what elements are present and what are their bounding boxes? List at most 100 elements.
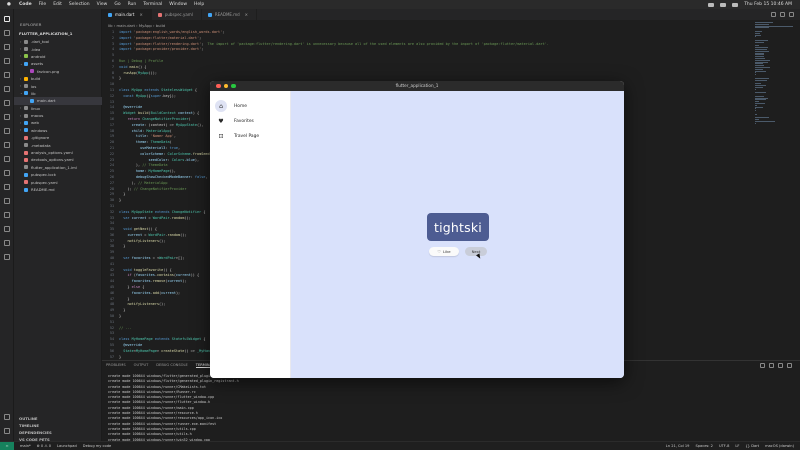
tree-item[interactable]: pubspec.yaml — [14, 178, 102, 185]
pets-icon[interactable] — [4, 198, 10, 204]
remote-indicator-icon[interactable]: ›‹ — [0, 441, 14, 450]
testing-icon[interactable] — [4, 86, 10, 92]
trash-icon[interactable] — [769, 363, 774, 368]
tree-item[interactable]: flutter_application_1.iml — [14, 164, 102, 171]
menu-go[interactable]: Go — [114, 2, 120, 7]
status-launchpad[interactable]: Launchpad — [57, 444, 77, 448]
kubernetes-icon[interactable] — [4, 254, 10, 260]
tree-item[interactable]: analysis_options.yaml — [14, 149, 102, 156]
status-eol[interactable]: LF — [735, 444, 739, 448]
control-center-icon[interactable] — [732, 2, 739, 7]
dependencies-section[interactable]: DEPENDENCIES — [19, 430, 52, 435]
tree-item[interactable]: › build — [14, 75, 102, 82]
tree-item[interactable]: › ios — [14, 82, 102, 89]
timeline-section[interactable]: TIMELINE — [19, 423, 39, 428]
copilot-icon[interactable] — [4, 240, 10, 246]
explorer-title: EXPLORER — [20, 22, 42, 27]
nav-favorites[interactable]: ♥ Favorites — [215, 115, 287, 127]
tree-item-label: ios — [31, 83, 37, 89]
close-icon[interactable]: × — [245, 12, 248, 17]
status-branch[interactable]: main* — [20, 444, 31, 448]
menu-terminal[interactable]: Terminal — [143, 2, 162, 7]
tab-main-dart[interactable]: main.dart × — [102, 9, 152, 20]
wifi-icon[interactable] — [720, 2, 727, 7]
panel-tab-output[interactable]: OUTPUT — [134, 363, 149, 368]
database-icon[interactable] — [4, 156, 10, 162]
breadcrumb[interactable]: lib › main.dart › MyApp › build — [108, 23, 165, 28]
more-actions-icon[interactable] — [789, 12, 794, 17]
tree-item[interactable]: ⌄ lib — [14, 90, 102, 97]
maximize-panel-icon[interactable] — [778, 363, 783, 368]
tree-item[interactable]: README.md — [14, 186, 102, 193]
tree-item[interactable]: pubspec.lock — [14, 171, 102, 178]
extensions-icon[interactable] — [4, 72, 10, 78]
manage-gear-icon[interactable] — [4, 428, 10, 434]
docker-icon[interactable] — [4, 142, 10, 148]
bookmark-icon[interactable] — [4, 184, 10, 190]
tab-label: README.md — [214, 12, 240, 17]
menu-help[interactable]: Help — [194, 2, 204, 7]
tree-item[interactable]: main.dart — [14, 97, 102, 105]
split-editor-icon[interactable] — [780, 12, 785, 17]
home-icon: ⌂ — [215, 100, 227, 112]
tree-item[interactable]: .metadata — [14, 141, 102, 148]
new-terminal-icon[interactable] — [760, 363, 765, 368]
todo-icon[interactable] — [4, 226, 10, 232]
tree-item[interactable]: › linux — [14, 105, 102, 112]
minimap[interactable] — [755, 22, 793, 132]
close-icon[interactable]: × — [139, 12, 142, 17]
status-language[interactable]: {} Dart — [746, 444, 760, 448]
tree-item[interactable]: .gitignore — [14, 134, 102, 141]
tree-item[interactable]: favicon.png — [14, 68, 102, 75]
account-icon[interactable] — [4, 414, 10, 420]
menubar-clock[interactable]: Thu Feb 15 10:46 AM — [744, 2, 792, 7]
project-root[interactable]: FLUTTER_APPLICATION_1 — [19, 31, 72, 36]
panel-tab-debug-console[interactable]: DEBUG CONSOLE — [156, 363, 187, 368]
tab-readme[interactable]: README.md × — [202, 9, 257, 20]
outline-section[interactable]: OUTLINE — [19, 416, 38, 421]
app-titlebar[interactable]: flutter_application_1 — [210, 81, 624, 91]
tab-pubspec-yaml[interactable]: pubspec.yaml — [152, 9, 202, 20]
status-bar: ›‹ main* ⊗ 0 ⚠ 0 Launchpad Debug my code… — [0, 441, 800, 450]
search-icon[interactable] — [4, 30, 10, 36]
github-icon[interactable] — [4, 128, 10, 134]
remote-explorer-icon[interactable] — [4, 100, 10, 106]
menu-file[interactable]: File — [39, 2, 47, 7]
menu-edit[interactable]: Edit — [53, 2, 62, 7]
panel-tab-problems[interactable]: PROBLEMS — [106, 363, 126, 368]
flutter-icon[interactable] — [4, 114, 10, 120]
tree-item[interactable]: › windows — [14, 127, 102, 134]
nav-home[interactable]: ⌂ Home — [215, 100, 287, 112]
close-panel-icon[interactable] — [787, 363, 792, 368]
tree-item[interactable]: devtools_options.yaml — [14, 156, 102, 163]
status-problems[interactable]: ⊗ 0 ⚠ 0 — [37, 444, 51, 448]
menu-window[interactable]: Window — [169, 2, 187, 7]
tree-item[interactable]: › web — [14, 119, 102, 126]
tree-item[interactable]: › android — [14, 53, 102, 60]
apple-icon[interactable]: ● — [6, 2, 12, 7]
like-button[interactable]: ♡ Like — [429, 247, 459, 256]
status-cursor-position[interactable]: Ln 21, Col 19 — [666, 444, 690, 448]
live-share-icon[interactable] — [4, 212, 10, 218]
explorer-icon[interactable] — [4, 16, 10, 22]
tree-item-label: devtools_options.yaml — [31, 157, 74, 163]
status-encoding[interactable]: UTF-8 — [719, 444, 729, 448]
menu-run[interactable]: Run — [128, 2, 137, 7]
status-device[interactable]: macOS (darwin) — [765, 444, 794, 448]
nav-travel-page[interactable]: ⊡ Travel Page — [215, 130, 287, 142]
tree-item[interactable]: › .dart_tool — [14, 38, 102, 45]
status-indentation[interactable]: Spaces: 2 — [695, 444, 712, 448]
menu-app[interactable]: Code — [19, 2, 32, 7]
terminal-output[interactable]: create mode 100644 windows/flutter/gener… — [108, 374, 788, 450]
run-icon[interactable] — [771, 12, 776, 17]
battery-icon[interactable] — [708, 2, 715, 7]
menu-view[interactable]: View — [97, 2, 108, 7]
tree-item[interactable]: › macos — [14, 112, 102, 119]
source-control-icon[interactable] — [4, 44, 10, 50]
timeline-icon[interactable] — [4, 170, 10, 176]
run-debug-icon[interactable] — [4, 58, 10, 64]
tree-item[interactable]: › .idea — [14, 45, 102, 52]
menu-selection[interactable]: Selection — [69, 2, 90, 7]
status-debug[interactable]: Debug my code — [83, 444, 111, 448]
tree-item[interactable]: ⌄ assets — [14, 60, 102, 67]
